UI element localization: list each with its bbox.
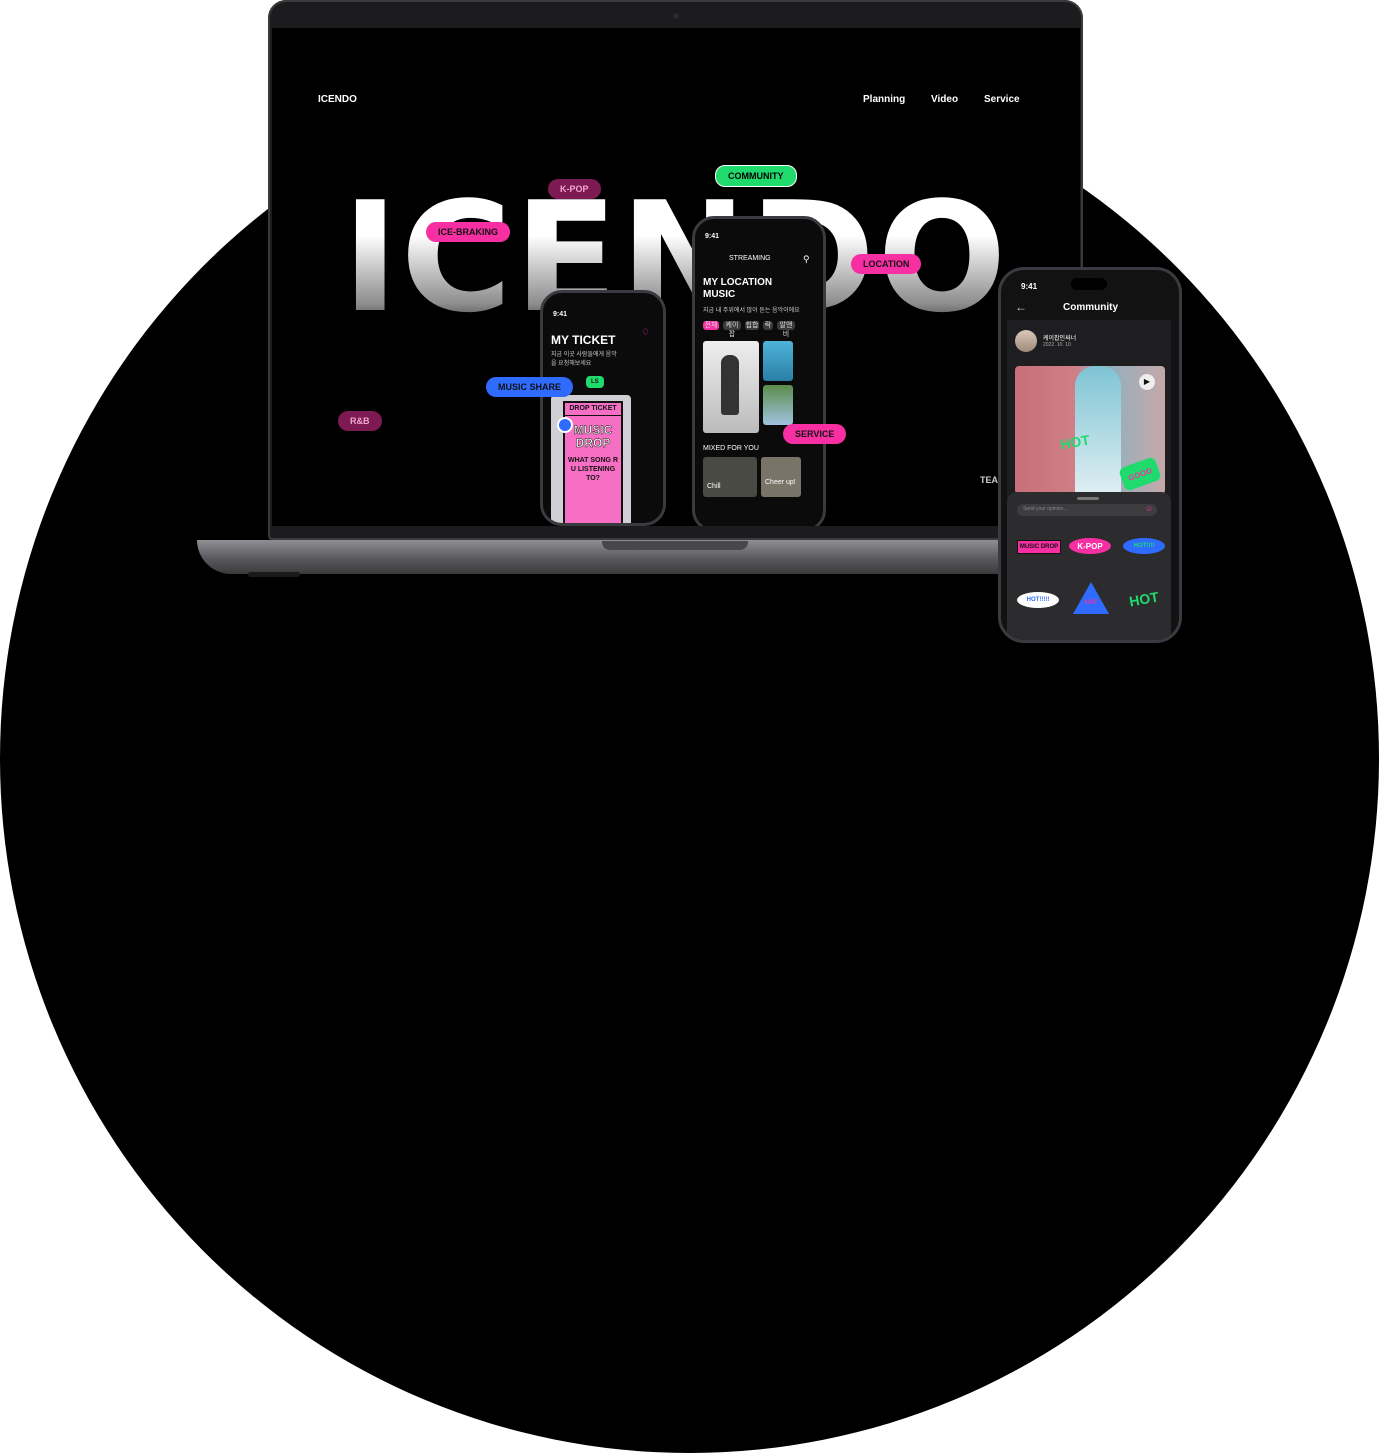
- opinion-placeholder: Send your opinion...: [1023, 506, 1068, 512]
- ticket-card-body: DROP TICKET MUSIC DROP WHAT SONG R U LIS…: [563, 401, 623, 523]
- mix-card-chill[interactable]: Chill: [703, 457, 757, 497]
- post-card: 케이팝인싸너 2022. 10. 10 HOT GOOD ▶: [1007, 320, 1171, 500]
- sheet-handle[interactable]: [1077, 497, 1099, 500]
- laptop-notch: [602, 541, 748, 550]
- sticker-hot-white[interactable]: HOT!!!!!: [1017, 592, 1059, 608]
- post-date: 2022. 10. 10: [1043, 342, 1071, 348]
- album-art-small-2[interactable]: [763, 385, 793, 425]
- chip-rock[interactable]: 락: [763, 321, 773, 330]
- post-image[interactable]: HOT GOOD ▶: [1015, 366, 1165, 494]
- streaming-phone-time: 9:41: [705, 233, 720, 240]
- sticker-hot-triangle[interactable]: HOT: [1073, 582, 1109, 614]
- laptop-screen: ICENDO Planning Video Service ICENDO 9:4…: [272, 28, 1080, 526]
- streaming-subtitle: 지금 내 주위에서 많이 듣는 음악이에요: [703, 308, 800, 314]
- mix-chill-label: Chill: [707, 483, 721, 490]
- sticker-kpop[interactable]: K-POP: [1069, 538, 1111, 554]
- sticker-sheet: Send your opinion... ☺ MUSIC DROP K-POP …: [1007, 492, 1171, 640]
- nav-service[interactable]: Service: [984, 94, 1020, 105]
- post-user-name[interactable]: 케이팝인싸너: [1043, 333, 1076, 342]
- search-icon[interactable]: ⚲: [803, 254, 810, 265]
- tag-kpop[interactable]: K-POP: [548, 179, 601, 199]
- avatar: [557, 417, 573, 433]
- streaming-title: MY LOCATION MUSIC: [703, 277, 773, 300]
- sticker-hot-blue[interactable]: HOT!!!!: [1123, 538, 1165, 554]
- ticket-card[interactable]: DROP TICKET MUSIC DROP WHAT SONG R U LIS…: [551, 395, 631, 523]
- back-arrow-icon[interactable]: ←: [1015, 300, 1027, 314]
- chip-hiphop[interactable]: 힙합: [745, 321, 759, 330]
- emoji-icon[interactable]: ☺: [1145, 504, 1153, 513]
- dynamic-island: [1071, 278, 1107, 290]
- ticket-title: MY TICKET: [551, 333, 616, 347]
- ticket-phone: 9:41 ♢ MY TICKET 지금 이곳 사람들에게 음악을 요청해보세요 …: [540, 290, 666, 526]
- post-sticker-good: GOOD: [1118, 456, 1162, 492]
- laptop-foot-left: [248, 572, 300, 577]
- ticket-badge: LS: [586, 376, 604, 388]
- album-figure: [721, 355, 739, 415]
- nav-video[interactable]: Video: [931, 94, 958, 105]
- tag-rnb[interactable]: R&B: [338, 411, 382, 431]
- ticket-card-title: MUSIC DROP: [573, 423, 613, 450]
- avatar[interactable]: [1015, 330, 1037, 352]
- ticket-phone-time: 9:41: [553, 311, 568, 318]
- tag-location[interactable]: LOCATION: [851, 254, 922, 274]
- tag-music-share[interactable]: MUSIC SHARE: [486, 377, 574, 397]
- corner-text: TEA: [980, 475, 998, 485]
- nav-planning[interactable]: Planning: [863, 94, 905, 105]
- chip-all[interactable]: 전체: [703, 321, 719, 330]
- bell-icon[interactable]: ♢: [641, 327, 650, 338]
- tag-service[interactable]: SERVICE: [783, 424, 847, 444]
- laptop-camera: [673, 13, 679, 19]
- community-phone-time: 9:41: [1021, 282, 1038, 291]
- ticket-subtitle: 지금 이곳 사람들에게 음악을 요청해보세요: [551, 352, 617, 367]
- community-title: Community: [1063, 302, 1118, 313]
- opinion-input[interactable]: Send your opinion... ☺: [1017, 504, 1157, 516]
- ticket-card-header: DROP TICKET: [565, 403, 621, 416]
- community-phone: 9:41 ← Community 케이팝인싸너 2022. 10. 10 HOT…: [998, 267, 1182, 643]
- chip-kpop[interactable]: 케이팝: [723, 321, 741, 338]
- mix-card-cheer[interactable]: Cheer up!: [761, 457, 801, 497]
- ticket-card-question: WHAT SONG R U LISTENING TO?: [567, 457, 619, 482]
- album-art-small-1[interactable]: [763, 341, 793, 381]
- streaming-phone: 9:41 STREAMING ⚲ MY LOCATION MUSIC 지금 내 …: [692, 216, 826, 526]
- chip-rnb[interactable]: 알앤비: [777, 321, 795, 338]
- tag-community[interactable]: COMMUNITY: [715, 165, 797, 187]
- play-icon[interactable]: ▶: [1139, 374, 1155, 390]
- streaming-header: STREAMING: [729, 255, 771, 262]
- mix-cheer-label: Cheer up!: [765, 479, 796, 486]
- tag-ice-braking[interactable]: ICE-BRAKING: [426, 222, 510, 242]
- mixed-section-title: MIXED FOR YOU: [703, 445, 759, 452]
- site-logo[interactable]: ICENDO: [318, 94, 357, 105]
- album-art-main[interactable]: [703, 341, 759, 433]
- sticker-music-drop[interactable]: MUSIC DROP: [1017, 540, 1061, 554]
- sticker-hot-green[interactable]: HOT: [1121, 585, 1166, 614]
